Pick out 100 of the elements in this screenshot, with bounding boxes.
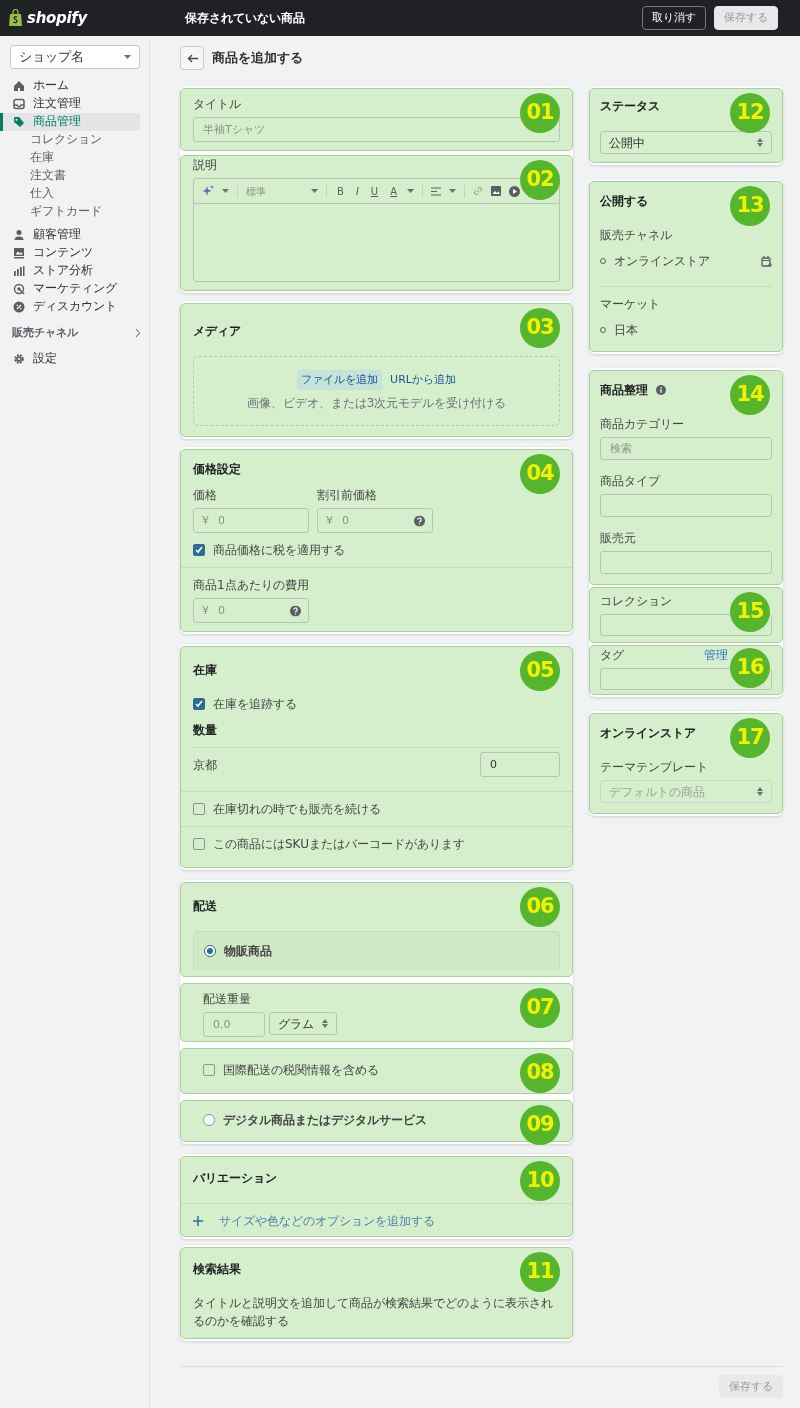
info-icon[interactable] — [656, 385, 666, 395]
target-icon — [13, 283, 25, 295]
number-badge: 07 — [520, 988, 560, 1028]
logo-text: shopify — [27, 7, 87, 29]
number-badge: 14 — [730, 375, 770, 415]
check-icon — [195, 700, 203, 708]
sidebar-item[interactable]: 顧客管理 — [0, 226, 140, 244]
field-label: 価格 — [193, 487, 217, 504]
help-icon — [414, 515, 425, 526]
calendar-icon[interactable] — [761, 255, 772, 267]
back-button[interactable] — [180, 46, 204, 70]
image-icon[interactable] — [491, 186, 501, 196]
location-name: 京都 — [193, 756, 217, 774]
select-arrows-icon — [757, 138, 763, 147]
sidebar-item[interactable]: マーケティング — [0, 280, 140, 298]
italic-button[interactable]: I — [353, 183, 361, 199]
field-label: タグ — [600, 647, 624, 664]
caret-icon — [222, 188, 229, 194]
field-label: 商品カテゴリー — [600, 416, 684, 433]
market-name: 日本 — [614, 322, 638, 339]
sidebar-item[interactable]: コンテンツ — [0, 244, 140, 262]
type-field[interactable] — [600, 494, 772, 517]
discount-icon — [13, 301, 25, 313]
sidebar-item[interactable]: コレクション — [0, 131, 140, 149]
add-option-link[interactable]: サイズや色などのオプションを追加する — [219, 1212, 435, 1230]
add-url-link[interactable]: URLから追加 — [390, 369, 456, 391]
sidebar-item[interactable]: 注文管理 — [0, 95, 140, 113]
description-text: タイトルと説明文を追加して商品が検索結果でどのように表示されるのかを確認する — [193, 1295, 554, 1330]
checkbox[interactable] — [203, 1064, 215, 1076]
checkbox-label: 国際配送の税関情報を含める — [223, 1062, 379, 1079]
unit-select[interactable]: グラム — [269, 1012, 337, 1035]
section-heading: オンラインストア — [600, 725, 696, 742]
link-icon[interactable] — [473, 186, 483, 196]
field-label: 販売元 — [600, 530, 636, 547]
sidebar-item[interactable]: ギフトカード — [0, 203, 140, 221]
bag-icon — [8, 9, 23, 27]
field-label: テーマテンプレート — [600, 759, 708, 776]
caret-icon — [449, 188, 456, 194]
checkbox-label: この商品にはSKUまたはバーコードがあります — [213, 836, 465, 853]
manage-link[interactable]: 管理 — [704, 646, 728, 664]
section-heading: メディア — [193, 323, 241, 340]
checkbox-label: 商品価格に税を適用する — [213, 542, 345, 559]
sparkle-icon[interactable] — [202, 185, 214, 197]
caret-icon — [407, 188, 414, 194]
sidebar-item[interactable]: 設定 — [0, 350, 140, 368]
plus-icon[interactable] — [193, 1216, 203, 1226]
sidebar-item[interactable]: 注文書 — [0, 167, 140, 185]
field-label: マーケット — [600, 296, 660, 313]
number-badge: 11 — [520, 1252, 560, 1292]
arrow-left-icon — [186, 53, 198, 63]
sidebar-item[interactable]: 仕入 — [0, 185, 140, 203]
checkbox-label: 在庫を追跡する — [213, 696, 297, 713]
number-badge: 08 — [520, 1053, 560, 1093]
checkbox[interactable] — [193, 544, 205, 556]
section-heading: 配送 — [193, 898, 217, 915]
status-select[interactable]: 公開中 — [600, 131, 772, 154]
chevron-right-icon[interactable] — [135, 329, 140, 337]
sidebar-item[interactable]: ディスカウント — [0, 298, 140, 316]
inbox-icon — [13, 98, 25, 110]
caret-icon — [124, 54, 131, 60]
home-icon — [13, 80, 25, 92]
section-heading: 在庫 — [193, 662, 217, 679]
currency-symbol: ¥ — [326, 512, 333, 529]
sidebar-item[interactable]: ホーム — [0, 77, 140, 95]
page-title: 商品を追加する — [212, 50, 303, 66]
category-field[interactable]: 検索 — [600, 437, 772, 460]
align-icon[interactable] — [431, 186, 441, 196]
number-badge: 09 — [520, 1105, 560, 1145]
sidebar-item[interactable]: ストア分析 — [0, 262, 140, 280]
text-color-button[interactable]: A — [388, 183, 399, 199]
field-label: 販売チャネル — [600, 227, 672, 244]
field-label: コレクション — [600, 593, 672, 610]
radio-button[interactable] — [204, 945, 216, 957]
currency-symbol: ¥ — [202, 512, 209, 529]
add-file-button[interactable]: ファイルを追加 — [297, 369, 383, 391]
checkbox[interactable] — [193, 838, 205, 850]
person-icon — [13, 229, 25, 241]
select-arrows-icon — [322, 1019, 328, 1028]
quantity-field[interactable]: 0 — [480, 752, 560, 777]
radio-button[interactable] — [203, 1114, 215, 1126]
vendor-field[interactable] — [600, 551, 772, 574]
section-heading: 検索結果 — [193, 1261, 241, 1278]
weight-field[interactable]: 0.0 — [203, 1012, 265, 1037]
bold-button[interactable]: B — [335, 183, 346, 199]
play-icon[interactable] — [509, 185, 520, 197]
checkbox-label: 在庫切れの時でも販売を続ける — [213, 801, 381, 818]
number-badge: 16 — [730, 648, 770, 688]
sidebar-item[interactable]: 商品管理 — [0, 113, 140, 131]
discard-button[interactable]: 取り消す — [642, 6, 706, 30]
field-label: 説明 — [193, 157, 217, 174]
hint-text: 画像、ビデオ、または3次元モデルを受け付ける — [246, 395, 507, 413]
underline-button[interactable]: U — [368, 183, 381, 199]
checkbox[interactable] — [193, 803, 205, 815]
section-heading: 販売チャネル — [12, 324, 78, 341]
tag-icon — [13, 116, 25, 128]
sidebar-item[interactable]: 在庫 — [0, 149, 140, 167]
subsection-heading: 数量 — [193, 722, 217, 739]
store-selector[interactable]: ショップ名 — [10, 45, 140, 69]
section-heading: バリエーション — [193, 1170, 277, 1187]
checkbox[interactable] — [193, 698, 205, 710]
